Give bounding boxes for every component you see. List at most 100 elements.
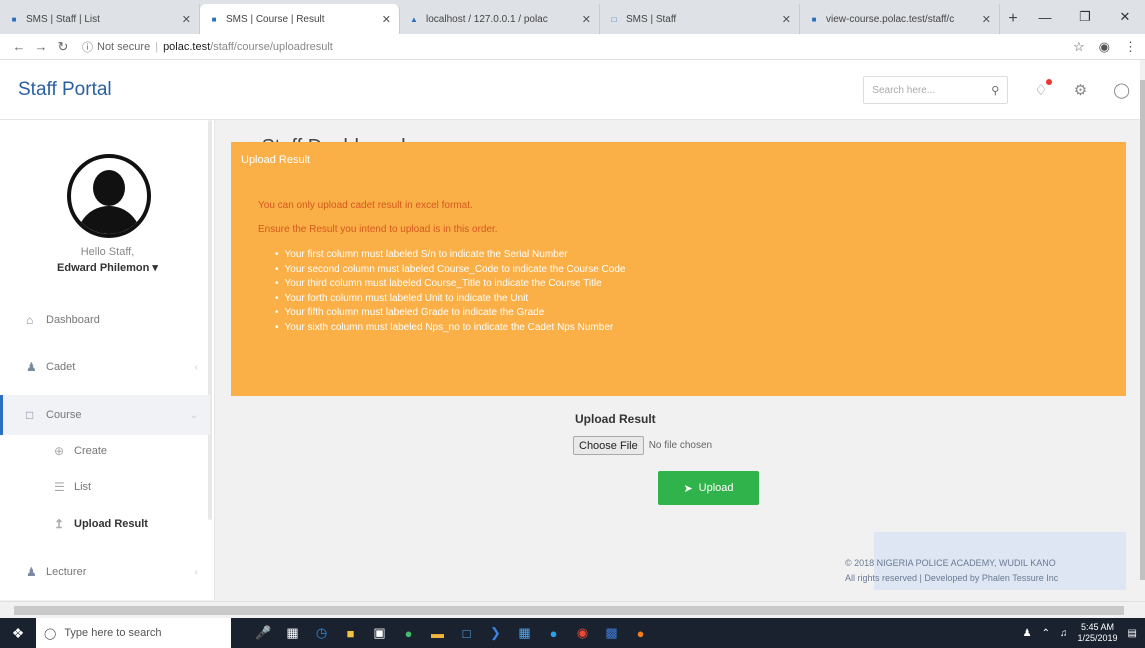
instruction-text: You can only upload cadet result in exce… bbox=[258, 200, 473, 211]
window-controls: — ❐ ✕ bbox=[1025, 0, 1145, 34]
upload-result-label: Upload Result bbox=[575, 412, 656, 426]
browser-tab[interactable]: ■ view-course.polac.test/staff/c ✕ bbox=[800, 4, 1000, 34]
help-icon[interactable]: ◯ bbox=[1113, 81, 1130, 99]
word-icon[interactable]: ▩ bbox=[597, 618, 626, 648]
app-icon[interactable]: ● bbox=[539, 618, 568, 648]
profile-icon[interactable]: ◉ bbox=[1099, 39, 1110, 55]
sidebar-subitem-upload-result[interactable]: ↥ Upload Result bbox=[0, 507, 210, 541]
url-host: polac.test bbox=[163, 40, 211, 53]
chevron-left-icon: ‹ bbox=[194, 566, 198, 578]
browser-tab[interactable]: ▲ localhost / 127.0.0.1 / polac ✕ bbox=[400, 4, 600, 34]
page-vertical-scrollbar[interactable] bbox=[1140, 60, 1145, 600]
chevron-down-icon: ⌄ bbox=[189, 409, 198, 421]
taskbar-search-input[interactable]: ◯ Type here to search bbox=[36, 618, 231, 648]
panel-heading: Upload Result bbox=[241, 154, 311, 166]
app-icon[interactable]: ● bbox=[394, 618, 423, 648]
close-tab-icon[interactable]: ✕ bbox=[982, 13, 991, 26]
system-tray: ♟ ⌃ ♫ 5:45 AM 1/25/2019 ▤ bbox=[1023, 618, 1145, 648]
sidebar-item-dashboard[interactable]: ⌂ Dashboard bbox=[0, 300, 210, 340]
choose-file-button[interactable]: Choose File bbox=[573, 436, 644, 455]
system-clock[interactable]: 5:45 AM 1/25/2019 bbox=[1078, 622, 1118, 644]
edge-browser-icon[interactable]: ◷ bbox=[307, 618, 336, 648]
file-status-text: No file chosen bbox=[648, 440, 713, 451]
file-explorer-icon[interactable]: ■ bbox=[336, 618, 365, 648]
reload-icon[interactable]: ↻ bbox=[52, 39, 74, 55]
browser-tab[interactable]: □ SMS | Staff ✕ bbox=[600, 4, 800, 34]
caret-down-icon: ▾ bbox=[152, 262, 158, 274]
site-favicon-icon: ■ bbox=[211, 14, 217, 24]
sidebar-item-cadet[interactable]: ♟ Cadet ‹ bbox=[0, 347, 210, 387]
bookmark-star-icon[interactable]: ☆ bbox=[1073, 39, 1085, 55]
vscode-icon[interactable]: ❯ bbox=[481, 618, 510, 648]
chevron-up-icon[interactable]: ⌃ bbox=[1042, 628, 1050, 639]
search-icon[interactable]: ⚲ bbox=[991, 84, 999, 97]
notifications-icon[interactable]: ▤ bbox=[1128, 628, 1137, 639]
menu-icon[interactable]: ⋮ bbox=[1124, 39, 1137, 55]
store-icon[interactable]: ▣ bbox=[365, 618, 394, 648]
home-icon: ⌂ bbox=[26, 313, 34, 327]
chrome-icon[interactable]: ◉ bbox=[568, 618, 597, 648]
sidebar-subitem-create[interactable]: ⊕ Create bbox=[0, 434, 210, 468]
upload-button[interactable]: ➤ Upload bbox=[658, 471, 759, 505]
site-favicon-icon: ■ bbox=[811, 14, 817, 24]
notification-dot bbox=[1045, 79, 1052, 85]
security-label: Not secure bbox=[97, 40, 151, 53]
sidebar-item-lecturer[interactable]: ♟ Lecturer ‹ bbox=[0, 552, 210, 592]
page-favicon-icon: □ bbox=[611, 14, 617, 24]
sidebar-subitem-list[interactable]: ☰ List bbox=[0, 470, 210, 504]
sidebar-item-course[interactable]: □ Course ⌄ bbox=[0, 395, 210, 435]
greeting-text: Hello Staff, bbox=[80, 246, 135, 258]
app-icon[interactable]: □ bbox=[452, 618, 481, 648]
app-header: Staff Portal Search here... ⚲ ♢ ⚙ ◯ bbox=[0, 60, 1140, 120]
volume-icon[interactable]: ♫ bbox=[1060, 628, 1068, 639]
url-path: /staff/course/uploadresult bbox=[210, 40, 333, 53]
browser-tab-active[interactable]: ■ SMS | Course | Result ✕ bbox=[200, 4, 400, 34]
microphone-icon[interactable]: 🎤 bbox=[249, 618, 278, 648]
firefox-icon[interactable]: ● bbox=[626, 618, 655, 648]
search-input[interactable]: Search here... ⚲ bbox=[863, 76, 1009, 104]
send-icon: ➤ bbox=[683, 482, 693, 495]
settings-icon[interactable]: ⚙ bbox=[1074, 81, 1087, 99]
os-taskbar: ❖ ◯ Type here to search 🎤 ▦ ◷ ■ ▣ ● ▬ □ … bbox=[0, 618, 1145, 648]
maximize-icon[interactable]: ❐ bbox=[1065, 0, 1105, 34]
back-icon[interactable]: ← bbox=[8, 39, 30, 54]
upload-instructions-panel: Upload Result You can only upload cadet … bbox=[231, 142, 1126, 396]
brand-title[interactable]: Staff Portal bbox=[0, 79, 220, 101]
people-icon[interactable]: ♟ bbox=[1023, 628, 1032, 639]
user-name-dropdown[interactable]: Edward Philemon ▾ bbox=[0, 261, 214, 274]
chevron-left-icon: ‹ bbox=[194, 361, 198, 373]
sidebar: Hello Staff, Edward Philemon ▾ ⌂ Dashboa… bbox=[0, 120, 215, 600]
folder-icon[interactable]: ▬ bbox=[423, 618, 452, 648]
page-horizontal-scrollbar[interactable] bbox=[0, 601, 1145, 618]
app-icon[interactable]: ▦ bbox=[510, 618, 539, 648]
close-window-icon[interactable]: ✕ bbox=[1105, 0, 1145, 34]
new-tab-button[interactable]: + bbox=[1000, 4, 1026, 34]
close-tab-icon[interactable]: ✕ bbox=[182, 13, 191, 26]
document-icon: □ bbox=[26, 408, 34, 422]
search-circle-icon: ◯ bbox=[44, 627, 57, 640]
list-icon: ☰ bbox=[54, 480, 65, 494]
url-field[interactable]: ⓘ Not secure | polac.test /staff/course/… bbox=[82, 39, 1073, 55]
notification-bell-icon[interactable]: ♢ bbox=[1034, 79, 1052, 99]
address-bar: ← → ↻ ⓘ Not secure | polac.test /staff/c… bbox=[0, 34, 1145, 60]
close-tab-icon[interactable]: ✕ bbox=[382, 13, 391, 26]
browser-tab[interactable]: ■ SMS | Staff | List ✕ bbox=[0, 4, 200, 34]
instruction-text: Ensure the Result you intend to upload i… bbox=[258, 224, 498, 235]
close-tab-icon[interactable]: ✕ bbox=[582, 13, 591, 26]
list-item: Your forth column must labeled Unit to i… bbox=[275, 292, 625, 307]
column-rules-list: Your first column must labeled S/n to in… bbox=[275, 248, 626, 336]
minimize-icon[interactable]: — bbox=[1025, 0, 1065, 34]
info-icon[interactable]: ⓘ bbox=[82, 39, 93, 55]
site-favicon-icon: ▲ bbox=[410, 14, 418, 24]
upload-icon: ↥ bbox=[54, 517, 65, 531]
footer-credits: All rights reserved | Developed by Phale… bbox=[845, 573, 1059, 583]
file-input: Choose File No file chosen bbox=[573, 436, 712, 455]
task-view-icon[interactable]: ▦ bbox=[278, 618, 307, 648]
users-icon: ♟ bbox=[26, 565, 37, 579]
list-item: Your sixth column must labeled Nps_no to… bbox=[275, 321, 625, 336]
list-item: Your second column must labeled Course_C… bbox=[275, 263, 626, 278]
forward-icon[interactable]: → bbox=[30, 39, 52, 54]
windows-start-icon[interactable]: ❖ bbox=[0, 625, 36, 642]
close-tab-icon[interactable]: ✕ bbox=[782, 13, 791, 26]
footer-copyright: © 2018 NIGERIA POLICE ACADEMY, WUDIL KAN… bbox=[845, 558, 1056, 568]
